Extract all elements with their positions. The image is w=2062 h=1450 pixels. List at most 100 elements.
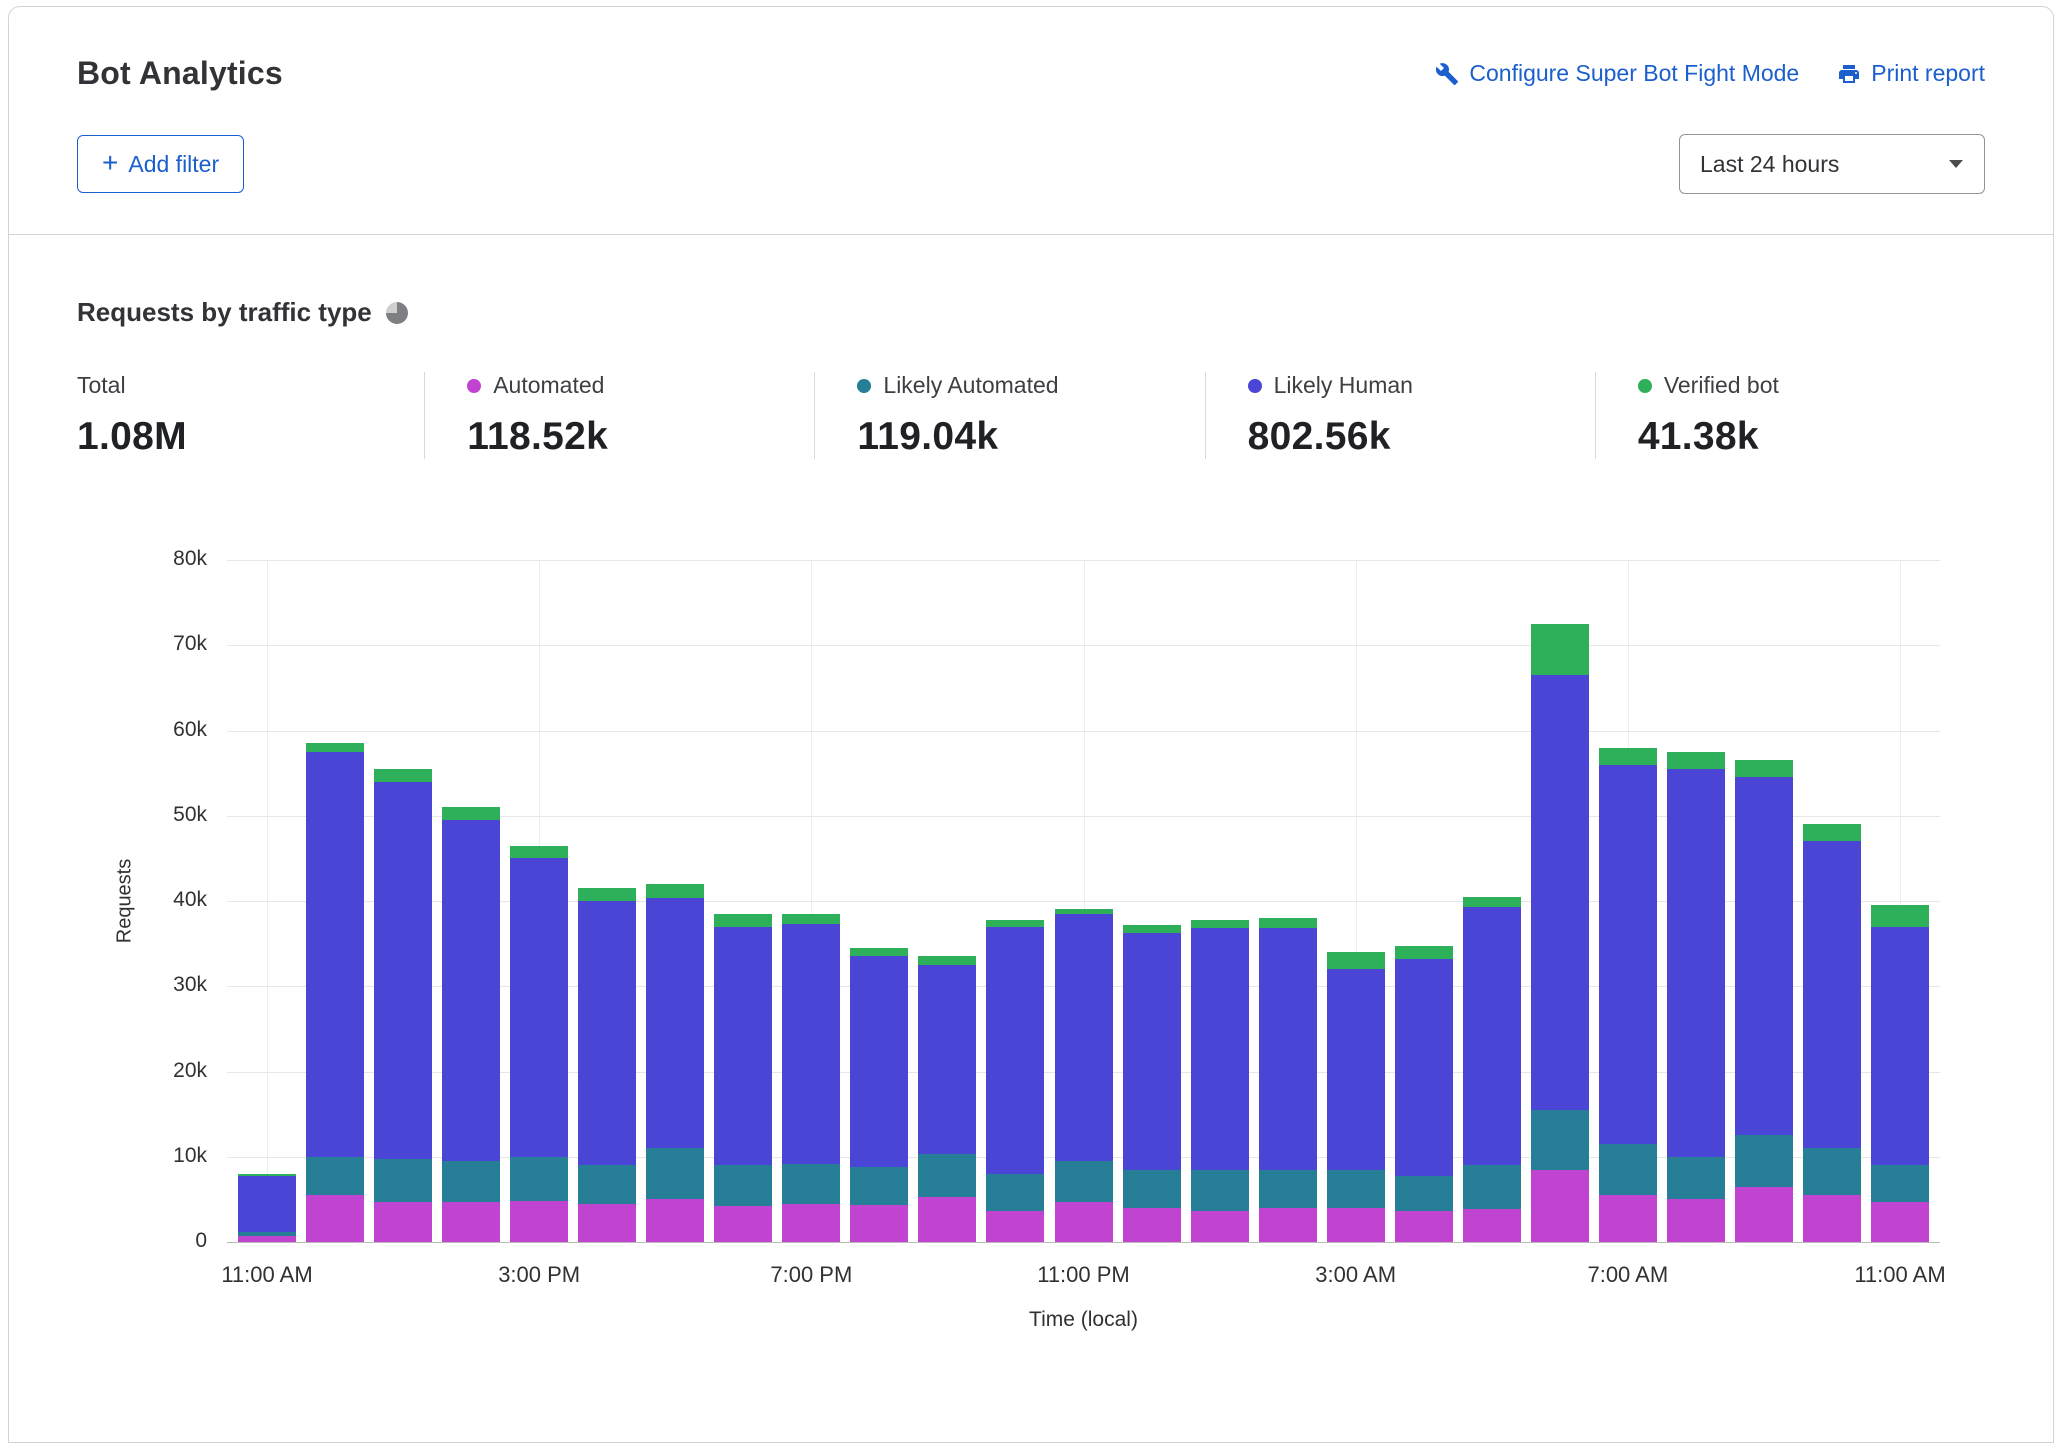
stacked-bar-9-00-am	[1734, 560, 1793, 1242]
bar-segment-automated	[986, 1211, 1045, 1242]
bar-segment-verified-bot	[1326, 952, 1385, 970]
bar-segment-verified-bot	[1598, 747, 1657, 765]
bar-segment-likely-automated	[1462, 1165, 1521, 1209]
stacked-bar-1-00-am	[1190, 560, 1249, 1242]
stacked-bar-3-00-am	[1326, 560, 1385, 1242]
bar-segment-automated	[1190, 1211, 1249, 1242]
stacked-bar-12-00-am	[1122, 560, 1181, 1242]
x-axis-tick-label: 3:00 AM	[1315, 1262, 1397, 1287]
bar-segment-automated	[374, 1201, 433, 1242]
y-axis-tick-label: 20k	[173, 1058, 207, 1082]
bar-segment-likely-human	[986, 926, 1045, 1174]
bar-segment-verified-bot	[1666, 751, 1725, 769]
bar-segment-likely-automated	[374, 1159, 433, 1202]
x-axis-tick-label: 3:00 PM	[498, 1262, 581, 1287]
stat-label-automated: Automated	[493, 372, 605, 398]
stacked-bar-5-00-am	[1462, 560, 1521, 1242]
bar-segment-likely-human	[1054, 913, 1113, 1162]
chevron-down-icon	[1948, 159, 1964, 169]
configure-link-label: Configure Super Bot Fight Mode	[1469, 60, 1800, 86]
stacked-bar-2-00-pm	[442, 560, 501, 1242]
pie-chart-icon	[385, 301, 408, 324]
verified-bot-legend-dot	[1637, 378, 1652, 393]
bar-segment-likely-automated	[1598, 1143, 1657, 1196]
traffic-stats-row: Total 1.08M Automated 118.52k Likely Aut…	[77, 372, 1985, 459]
automated-legend-dot	[467, 378, 482, 393]
bar-segment-likely-automated	[1258, 1169, 1317, 1208]
bar-segment-likely-human	[1258, 928, 1317, 1170]
likely-human-legend-dot	[1247, 378, 1262, 393]
bar-segment-automated	[510, 1201, 569, 1242]
bar-segment-automated	[1598, 1195, 1657, 1242]
stat-label-likely-human: Likely Human	[1273, 372, 1413, 398]
add-filter-button[interactable]: + Add filter	[77, 135, 245, 193]
stacked-bar-6-00-am	[1530, 560, 1589, 1242]
bar-segment-likely-automated	[1122, 1169, 1181, 1208]
bar-segment-likely-automated	[1871, 1165, 1929, 1202]
stat-automated: Automated 118.52k	[424, 372, 814, 459]
stacked-bar-11-00-pm	[1054, 560, 1113, 1242]
plus-icon: +	[102, 146, 119, 178]
bar-segment-verified-bot	[1871, 905, 1929, 927]
stacked-bar-11-00-am	[238, 560, 296, 1242]
configure-super-bot-fight-mode-link[interactable]: Configure Super Bot Fight Mode	[1435, 60, 1799, 87]
bar-segment-likely-human	[1871, 926, 1929, 1166]
time-range-select[interactable]: Last 24 hours	[1679, 134, 1985, 194]
bar-segment-likely-automated	[1054, 1161, 1113, 1202]
bar-segment-verified-bot	[578, 888, 637, 901]
bar-segment-verified-bot	[510, 845, 569, 859]
stacked-bar-10-00-pm	[986, 560, 1045, 1242]
bar-segment-verified-bot	[442, 807, 501, 821]
print-report-link[interactable]: Print report	[1837, 60, 1985, 87]
chart-plot-area	[227, 560, 1940, 1243]
x-axis-tick-label: 11:00 PM	[1037, 1262, 1130, 1287]
bar-segment-likely-human	[1394, 958, 1453, 1176]
bar-segment-likely-automated	[986, 1173, 1045, 1212]
bar-segment-verified-bot	[782, 913, 841, 925]
bar-segment-likely-human	[510, 858, 569, 1157]
bar-segment-likely-human	[1326, 969, 1385, 1170]
stacked-bar-1-00-pm	[374, 560, 433, 1242]
bar-segment-automated	[578, 1203, 637, 1242]
y-axis-tick-label: 10k	[173, 1143, 207, 1167]
y-axis-tick-label: 0	[195, 1229, 207, 1252]
bar-segment-likely-automated	[850, 1166, 909, 1206]
bar-segment-automated	[714, 1206, 773, 1242]
stat-label-likely-automated: Likely Automated	[883, 372, 1059, 398]
horizontal-gridline	[227, 1242, 1940, 1243]
bar-segment-automated	[1530, 1169, 1589, 1242]
bar-segment-likely-automated	[1666, 1156, 1725, 1200]
x-axis-tick-label: 11:00 AM	[221, 1262, 313, 1287]
bar-segment-likely-human	[1190, 928, 1249, 1170]
stat-label-verified-bot: Verified bot	[1663, 372, 1779, 398]
stacked-bar-11-00-am	[1871, 560, 1929, 1242]
x-axis-title: Time (local)	[1029, 1308, 1138, 1331]
stat-value-likely-automated: 119.04k	[857, 415, 999, 458]
bar-segment-verified-bot	[1258, 918, 1317, 929]
bar-segment-likely-human	[1598, 764, 1657, 1144]
bar-segment-likely-automated	[714, 1165, 773, 1207]
y-axis-tick-label: 30k	[173, 973, 207, 997]
section-title: Requests by traffic type	[77, 297, 372, 327]
bar-segment-verified-bot	[1190, 919, 1249, 929]
stacked-bar-6-00-pm	[714, 560, 773, 1242]
stacked-bar-3-00-pm	[510, 560, 569, 1242]
bar-segment-automated	[850, 1205, 909, 1242]
time-range-value: Last 24 hours	[1700, 150, 1840, 177]
bar-segment-automated	[782, 1203, 841, 1242]
requests-stacked-bar-chart: 0 10k 20k 30k 40k 50k 60k 70k 80k 11:00 AM 3:00 PM…	[77, 525, 1985, 1331]
stacked-bar-8-00-pm	[850, 560, 909, 1242]
bar-segment-likely-human	[782, 924, 841, 1164]
bar-segment-likely-automated	[1326, 1169, 1385, 1208]
stat-value-verified-bot: 41.38k	[1637, 415, 1759, 458]
bar-segment-likely-automated	[510, 1156, 569, 1202]
x-axis-tick-label: 7:00 AM	[1587, 1262, 1669, 1287]
y-axis-tick-label: 60k	[173, 717, 207, 741]
bar-segment-likely-human	[578, 901, 637, 1166]
bar-segment-automated	[646, 1199, 705, 1242]
add-filter-label: Add filter	[128, 150, 220, 177]
bar-segment-verified-bot	[1394, 946, 1453, 959]
bar-segment-likely-human	[1666, 768, 1725, 1157]
bar-segment-verified-bot	[1462, 896, 1521, 907]
panel-content: Requests by traffic type Total 1.08M Aut…	[9, 297, 2053, 1331]
